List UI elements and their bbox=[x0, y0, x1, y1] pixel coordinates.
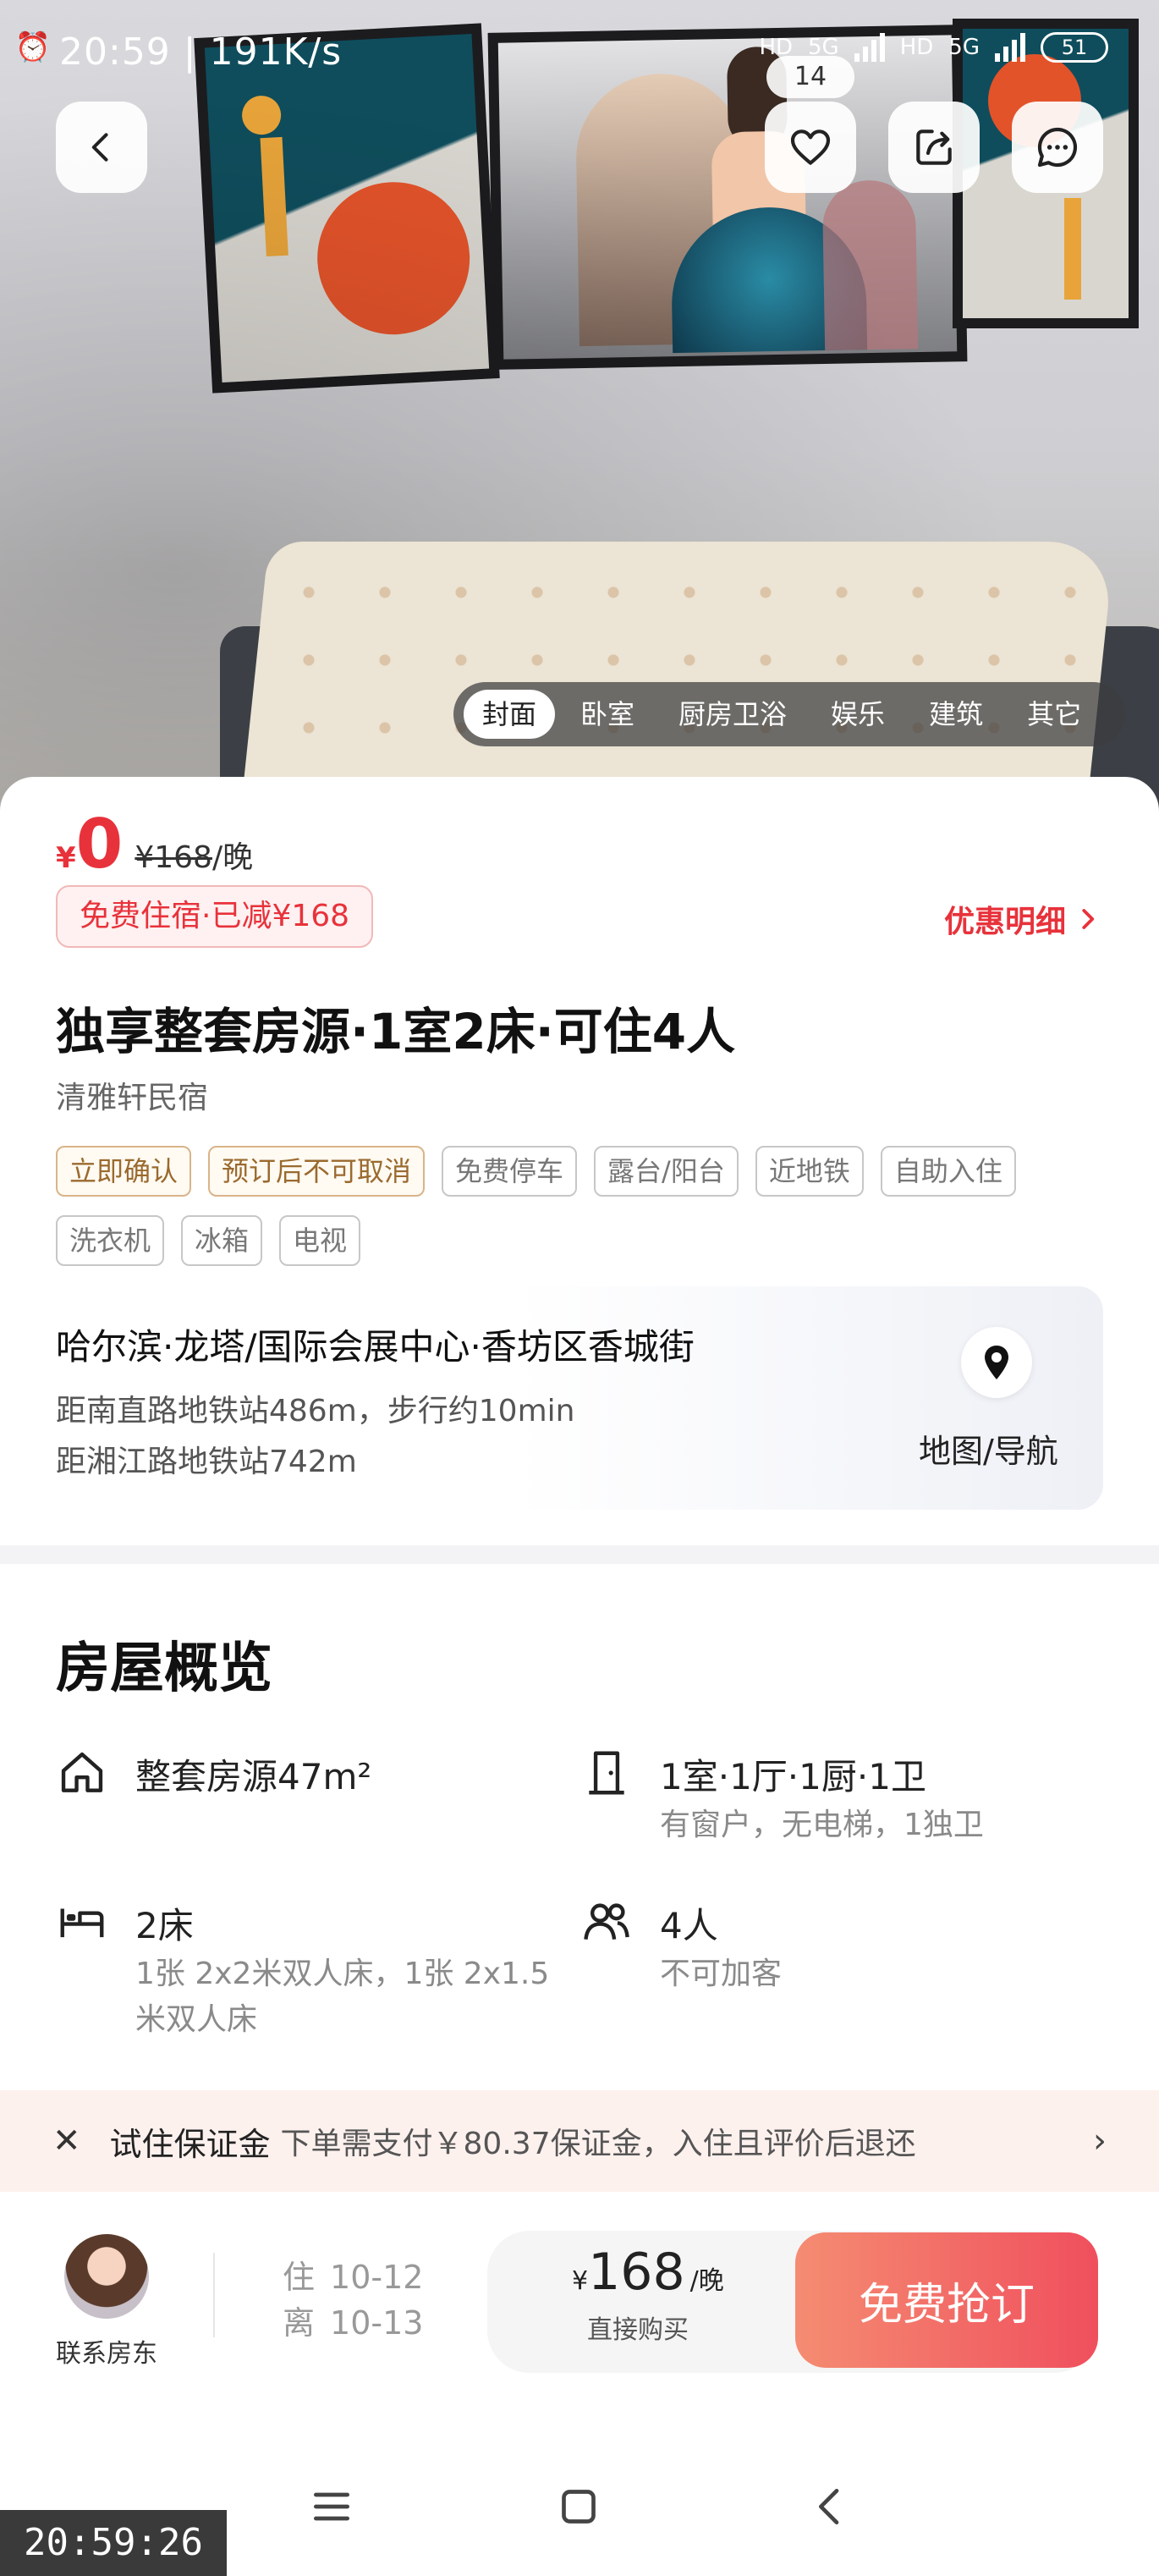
area-text: 整套房源47m² bbox=[135, 1756, 372, 1797]
direct-price: ¥ 168 /晚 bbox=[572, 2243, 724, 2302]
direct-price-value: 168 bbox=[588, 2243, 685, 2302]
beds-text: 2床 bbox=[135, 1905, 194, 1946]
rooms-detail: 有窗户，无电梯，1独卫 bbox=[660, 1808, 984, 1842]
tag-non-refundable: 预订后不可取消 bbox=[208, 1146, 426, 1197]
chevron-left-icon bbox=[91, 133, 108, 162]
price-currency: ¥ bbox=[56, 841, 76, 875]
beds-detail-1: 1张 2x2米双人床，1张 2x1.5 bbox=[135, 1957, 550, 1991]
free-book-button[interactable]: 免费抢订 bbox=[795, 2232, 1098, 2368]
guests-text: 4人 bbox=[660, 1905, 718, 1946]
beds-detail-2: 米双人床 bbox=[135, 2002, 258, 2037]
screenshot-timestamp: 20:59:26 bbox=[0, 2510, 227, 2576]
bar-divider bbox=[213, 2253, 215, 2337]
section-divider bbox=[0, 1545, 1159, 1564]
back-nav-icon[interactable] bbox=[807, 2483, 854, 2530]
price-row: ¥ 0 ¥168 /晚 bbox=[56, 811, 253, 878]
location-address: 哈尔滨·龙塔/国际会展中心·香坊区香城街 bbox=[56, 1326, 695, 1368]
listing-name: 清雅轩民宿 bbox=[56, 1081, 209, 1115]
overview-title: 房屋概览 bbox=[56, 1638, 272, 1700]
stay-dates[interactable]: 住 10-12 离 10-13 bbox=[283, 2254, 423, 2346]
host-avatar[interactable] bbox=[64, 2234, 149, 2319]
alarm-icon: ⏰ bbox=[14, 30, 51, 64]
tag-tv: 电视 bbox=[279, 1215, 361, 1266]
checkout-date: 10-13 bbox=[330, 2304, 424, 2342]
tab-bedroom[interactable]: 卧室 bbox=[562, 690, 653, 739]
tag-fridge: 冰箱 bbox=[181, 1215, 263, 1266]
chevron-right-icon bbox=[1082, 909, 1095, 929]
guests-detail: 不可加客 bbox=[660, 1957, 783, 1991]
map-navigation-label[interactable]: 地图/导航 bbox=[919, 1425, 1058, 1472]
tag-free-parking: 免费停车 bbox=[442, 1146, 578, 1197]
status-time: 20:59 | 191K/s bbox=[59, 30, 343, 74]
feature-tags: 立即确认 预订后不可取消 免费停车 露台/阳台 近地铁 自助入住 洗衣机 冰箱 … bbox=[56, 1146, 1105, 1266]
chat-icon bbox=[1037, 127, 1078, 168]
original-price: ¥168 bbox=[135, 840, 212, 875]
door-icon bbox=[589, 1751, 624, 1795]
share-button[interactable] bbox=[888, 102, 980, 193]
rooms-text: 1室·1厅·1厨·1卫 bbox=[660, 1756, 926, 1797]
tag-balcony: 露台/阳台 bbox=[594, 1146, 739, 1197]
deposit-label: 试住保证金 bbox=[109, 2125, 271, 2163]
gallery-category-tabs: 封面 卧室 厨房卫浴 娱乐 建筑 其它 bbox=[453, 682, 1125, 746]
menu-icon[interactable] bbox=[308, 2483, 355, 2530]
house-icon bbox=[61, 1752, 103, 1792]
signal-icon-2 bbox=[995, 33, 1025, 62]
listing-title: 独享整套房源·1室2床·可住4人 bbox=[56, 1003, 736, 1060]
direct-price-unit: /晚 bbox=[689, 2266, 724, 2296]
deposit-banner[interactable]: ✕ 试住保证金 下单需支付￥80.37保证金，入住且评价后退还 › bbox=[0, 2090, 1159, 2192]
bed-icon bbox=[60, 1908, 104, 1938]
map-pin-icon bbox=[985, 1346, 1008, 1379]
message-button[interactable] bbox=[1012, 102, 1103, 193]
metro-distance-1: 距南直路地铁站486m，步行约10min bbox=[56, 1394, 575, 1428]
tab-entertainment[interactable]: 娱乐 bbox=[812, 690, 904, 739]
checkout-label: 离 bbox=[283, 2304, 316, 2342]
checkin-date: 10-12 bbox=[330, 2259, 424, 2296]
promo-detail-label: 优惠明细 bbox=[943, 905, 1066, 939]
tab-cover[interactable]: 封面 bbox=[464, 690, 556, 739]
chevron-right-icon: › bbox=[1093, 2122, 1107, 2160]
promo-badge: 免费住宿·已减¥168 bbox=[56, 885, 374, 948]
back-button[interactable] bbox=[56, 102, 147, 193]
direct-buy-label: 直接购买 bbox=[587, 2315, 689, 2345]
signal-icon bbox=[854, 33, 885, 62]
heart-icon bbox=[790, 129, 831, 165]
map-button[interactable] bbox=[961, 1327, 1032, 1398]
guests-icon bbox=[584, 1903, 629, 1940]
tab-building[interactable]: 建筑 bbox=[910, 690, 1002, 739]
current-price: 0 bbox=[75, 805, 124, 883]
network-label-2: 5G bbox=[948, 35, 980, 60]
checkin-label: 住 bbox=[283, 2259, 316, 2296]
network-badge: 14 bbox=[766, 56, 854, 98]
contact-host-label[interactable]: 联系房东 bbox=[56, 2332, 157, 2370]
tag-washer: 洗衣机 bbox=[56, 1215, 165, 1266]
close-icon[interactable]: ✕ bbox=[52, 2122, 81, 2160]
price-unit: /晚 bbox=[211, 840, 254, 875]
favorite-button[interactable] bbox=[765, 102, 856, 193]
home-icon[interactable] bbox=[555, 2483, 602, 2530]
hd-label-2: HD bbox=[899, 35, 934, 60]
promo-detail-link[interactable]: 优惠明细 bbox=[944, 897, 1100, 941]
deposit-description: 下单需支付￥80.37保证金，入住且评价后退还 bbox=[280, 2127, 916, 2161]
tag-self-checkin: 自助入住 bbox=[880, 1146, 1016, 1197]
metro-distance-2: 距湘江路地铁站742m bbox=[56, 1445, 357, 1479]
tab-kitchen-bath[interactable]: 厨房卫浴 bbox=[660, 690, 805, 739]
direct-price-currency: ¥ bbox=[572, 2266, 589, 2296]
tag-near-metro: 近地铁 bbox=[755, 1146, 864, 1197]
tag-instant-confirm: 立即确认 bbox=[56, 1146, 192, 1197]
battery-icon: 51 bbox=[1041, 32, 1108, 63]
tab-other[interactable]: 其它 bbox=[1008, 690, 1100, 739]
share-icon bbox=[916, 129, 952, 165]
